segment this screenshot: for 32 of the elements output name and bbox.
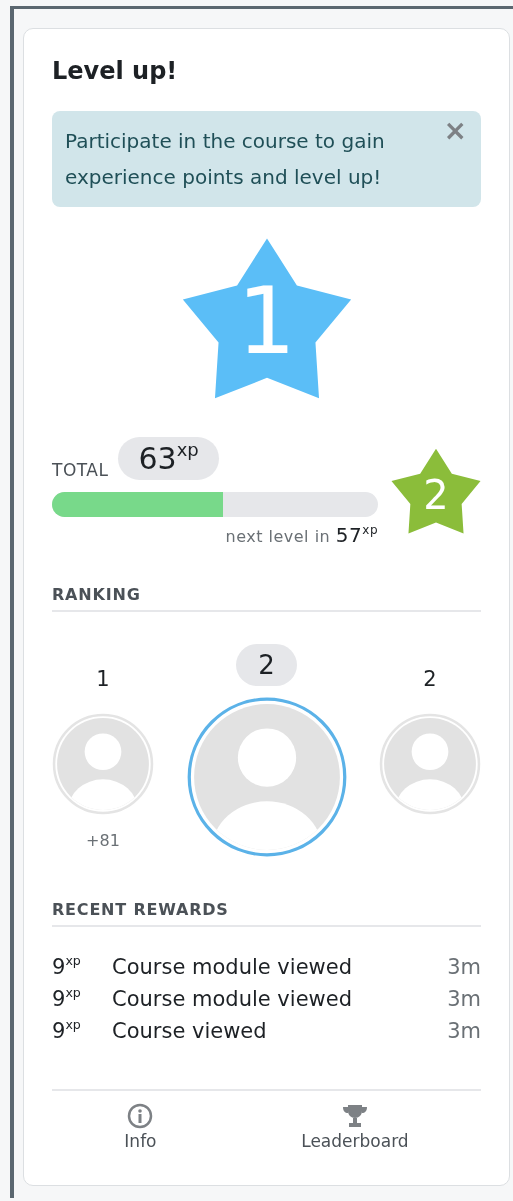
rank-number: 1 xyxy=(96,666,110,693)
level-number: 1 xyxy=(237,276,296,368)
rewards-heading: RECENT REWARDS xyxy=(52,900,481,927)
level-star-icon xyxy=(182,238,351,399)
total-label: TOTAL xyxy=(52,460,109,480)
notice-text: Participate in the course to gain experience points and level up! xyxy=(65,129,385,189)
card-title: Level up! xyxy=(52,57,179,85)
next-level-label: next level in xyxy=(225,527,331,546)
trophy-icon xyxy=(341,1103,368,1129)
rank-note: +81 xyxy=(86,831,120,850)
reward-label: Course module viewed xyxy=(112,955,353,979)
reward-points: 9$^{xp}$ xyxy=(52,987,82,1011)
next-level-number: 2 xyxy=(423,475,449,515)
next-level-xp: 57$^{xp}$ xyxy=(335,523,378,547)
next-level-star-icon xyxy=(391,448,481,534)
avatar[interactable] xyxy=(52,713,154,815)
footer-button[interactable]: Leaderboard xyxy=(293,1103,417,1151)
reward-time: 3m xyxy=(447,987,481,1011)
footer-button[interactable]: Info xyxy=(116,1103,165,1151)
reward-label: Course module viewed xyxy=(112,987,353,1011)
info-icon xyxy=(127,1103,154,1129)
reward-points: 9$^{xp}$ xyxy=(52,955,82,979)
total-xp: 63$^{xp}$ xyxy=(118,437,219,480)
reward-label: Course viewed xyxy=(112,1019,268,1043)
ranking-heading: RANKING xyxy=(52,585,481,612)
reward-time: 3m xyxy=(447,1019,481,1043)
avatar[interactable] xyxy=(185,696,348,858)
reward-time: 3m xyxy=(447,955,481,979)
avatar[interactable] xyxy=(379,713,481,815)
rank-number: 2 xyxy=(236,644,297,686)
reward-points: 9$^{xp}$ xyxy=(52,1019,82,1043)
rank-number: 2 xyxy=(423,666,437,693)
